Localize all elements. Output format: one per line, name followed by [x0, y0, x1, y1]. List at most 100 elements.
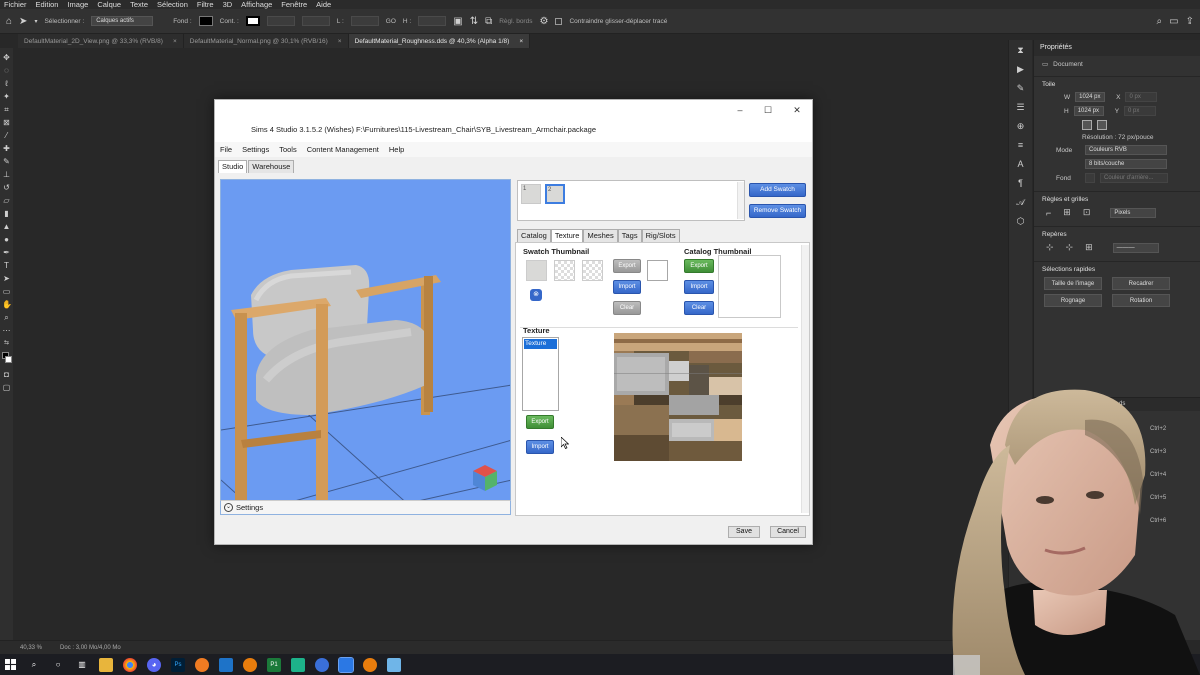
texture-list[interactable]: Texture	[522, 337, 559, 411]
tab-texture[interactable]: Texture	[550, 229, 584, 242]
actions-icon[interactable]: ▶	[1015, 65, 1027, 77]
eraser-icon[interactable]: ▱	[2, 196, 11, 205]
history-brush-icon[interactable]: ↺	[2, 183, 11, 192]
magic-wand-icon[interactable]: ✦	[2, 92, 11, 101]
app-teal-icon[interactable]	[291, 657, 305, 672]
color-swatches-icon[interactable]	[2, 352, 12, 366]
tab-normal[interactable]: DefaultMaterial_Normal.png @ 30,1% (RVB/…	[183, 34, 349, 48]
crop-icon[interactable]: ⌗	[2, 105, 11, 114]
swatch-import-button[interactable]: Import	[613, 280, 641, 294]
landscape-icon[interactable]	[1097, 120, 1107, 130]
height-field[interactable]: 1024 px	[1073, 106, 1104, 116]
panel-scrollbar[interactable]	[801, 245, 809, 513]
close-icon[interactable]: ✕	[790, 104, 804, 116]
x-field[interactable]: 0 px	[1125, 92, 1158, 102]
tab-catalog[interactable]: Catalog	[517, 229, 551, 242]
blender-alt-icon[interactable]	[363, 657, 377, 672]
menu-3d[interactable]: 3D	[223, 0, 233, 9]
clone-source-icon[interactable]: ⊕	[1015, 122, 1027, 134]
3d-cube-icon[interactable]: ⬡	[1015, 217, 1027, 229]
lasso-icon[interactable]: ℓ	[2, 79, 11, 88]
app-lightblue-icon[interactable]	[387, 657, 401, 672]
viewport-settings-bar[interactable]: ⌄ Settings	[220, 500, 511, 515]
mode-dropdown[interactable]: Couleurs RVB	[1085, 145, 1167, 155]
screen-mode-icon[interactable]: ▢	[2, 383, 11, 392]
eyedropper-icon[interactable]: ⁄	[2, 131, 11, 140]
menu-filtre[interactable]: Filtre	[197, 0, 214, 9]
menu-selection[interactable]: Sélection	[157, 0, 188, 9]
save-button[interactable]: Save	[728, 526, 760, 538]
brush-icon[interactable]: ✎	[2, 157, 11, 166]
tab-2d-view[interactable]: DefaultMaterial_2D_View.png @ 33,3% (RVB…	[18, 34, 184, 48]
app-orange-icon[interactable]	[195, 657, 209, 672]
chevron-down-icon[interactable]: ▾	[34, 18, 37, 25]
menu-file[interactable]: File	[220, 145, 232, 154]
tab-warehouse[interactable]: Warehouse	[248, 160, 295, 173]
height-field[interactable]	[418, 16, 447, 26]
crop-button[interactable]: Recadrer	[1112, 277, 1170, 290]
guides-icon[interactable]: ⊡	[1083, 207, 1091, 218]
minimize-icon[interactable]: –	[733, 104, 747, 116]
constrain-checkbox[interactable]	[555, 17, 563, 25]
menu-tools[interactable]: Tools	[279, 145, 297, 154]
paragraph-icon[interactable]: ≡	[1015, 141, 1027, 153]
tab-meshes[interactable]: Meshes	[583, 229, 618, 242]
menu-help[interactable]: Help	[389, 145, 404, 154]
gradient-icon[interactable]: ▮	[2, 209, 11, 218]
zoom-icon[interactable]: ⌕	[2, 313, 11, 322]
swatch-remove-icon[interactable]: ⊗	[530, 289, 542, 301]
pen-icon[interactable]: ✒	[2, 248, 11, 257]
tab-roughness[interactable]: DefaultMaterial_Roughness.dds @ 40,3% (A…	[348, 34, 531, 48]
fond-dropdown[interactable]: Couleur d'arrière...	[1100, 173, 1168, 183]
gear-icon[interactable]: ⚙	[539, 16, 548, 27]
regle-bords[interactable]: Règl. bords	[499, 18, 532, 25]
path-select-icon[interactable]: ➤	[2, 274, 11, 283]
history-icon[interactable]: ⧗	[1015, 46, 1027, 58]
quick-mask-icon[interactable]: ◘	[2, 370, 11, 379]
photoshop-icon[interactable]: Ps	[171, 657, 185, 672]
maximize-icon[interactable]: ☐	[761, 104, 775, 116]
bits-dropdown[interactable]: 8 bits/couche	[1085, 159, 1167, 169]
move-icon[interactable]: ✥	[2, 53, 11, 62]
hand-icon[interactable]: ✋	[2, 300, 12, 309]
tab-tags[interactable]: Tags	[617, 229, 642, 242]
trim-button[interactable]: Rognage	[1044, 294, 1102, 307]
window-titlebar[interactable]: Sims 4 Studio 3.1.5.2 (Wishes) F:\Furnit…	[215, 100, 812, 142]
swatch-clear-button[interactable]: Clear	[613, 301, 641, 315]
photos-icon[interactable]	[219, 657, 233, 672]
guide-h-icon[interactable]: ⊹	[1046, 242, 1054, 253]
width-field[interactable]: 1024 px	[1075, 92, 1106, 102]
texture-list-item-selected[interactable]: Texture	[524, 339, 557, 349]
pycharm-icon[interactable]: P1	[267, 657, 281, 672]
stroke-width-field[interactable]	[266, 16, 295, 26]
add-swatch-button[interactable]: Add Swatch	[749, 183, 806, 197]
frame-icon[interactable]: ⊠	[2, 118, 11, 127]
task-view-icon[interactable]: ▥	[75, 658, 89, 672]
paragraph-mark-icon[interactable]: ¶	[1015, 179, 1027, 191]
adjustments-icon[interactable]: ☰	[1015, 103, 1027, 115]
stack-icon[interactable]: ⧉	[485, 16, 492, 27]
fill-swatch[interactable]	[198, 16, 213, 26]
tab-studio[interactable]: Studio	[218, 160, 248, 173]
windows-start-icon[interactable]	[3, 658, 17, 672]
tab-rig-slots[interactable]: Rig/Slots	[641, 229, 680, 242]
width-field[interactable]	[350, 16, 379, 26]
app-blue-circle-icon[interactable]	[315, 657, 329, 672]
menu-edition[interactable]: Edition	[36, 0, 59, 9]
menu-aide[interactable]: Aide	[316, 0, 331, 9]
catalog-import-button[interactable]: Import	[684, 280, 714, 294]
share-icon[interactable]: ⇪	[1186, 16, 1194, 27]
remove-swatch-button[interactable]: Remove Swatch	[749, 204, 806, 218]
zoom-level[interactable]: 40,33 %	[20, 645, 42, 651]
type-icon[interactable]: T	[2, 261, 11, 270]
search-icon[interactable]: ⌕	[1157, 16, 1163, 27]
units-dropdown[interactable]: Pixels	[1110, 207, 1157, 218]
marquee-icon[interactable]: ◌	[2, 66, 11, 75]
more-icon[interactable]: ⋯	[2, 326, 11, 335]
blender-icon[interactable]	[243, 657, 257, 672]
menu-settings[interactable]: Settings	[242, 145, 269, 154]
menu-texte[interactable]: Texte	[130, 0, 148, 9]
chrome-icon[interactable]	[123, 657, 137, 672]
workspace-icon[interactable]: ▭	[1169, 16, 1178, 27]
image-size-button[interactable]: Taille de l'image	[1044, 277, 1102, 290]
